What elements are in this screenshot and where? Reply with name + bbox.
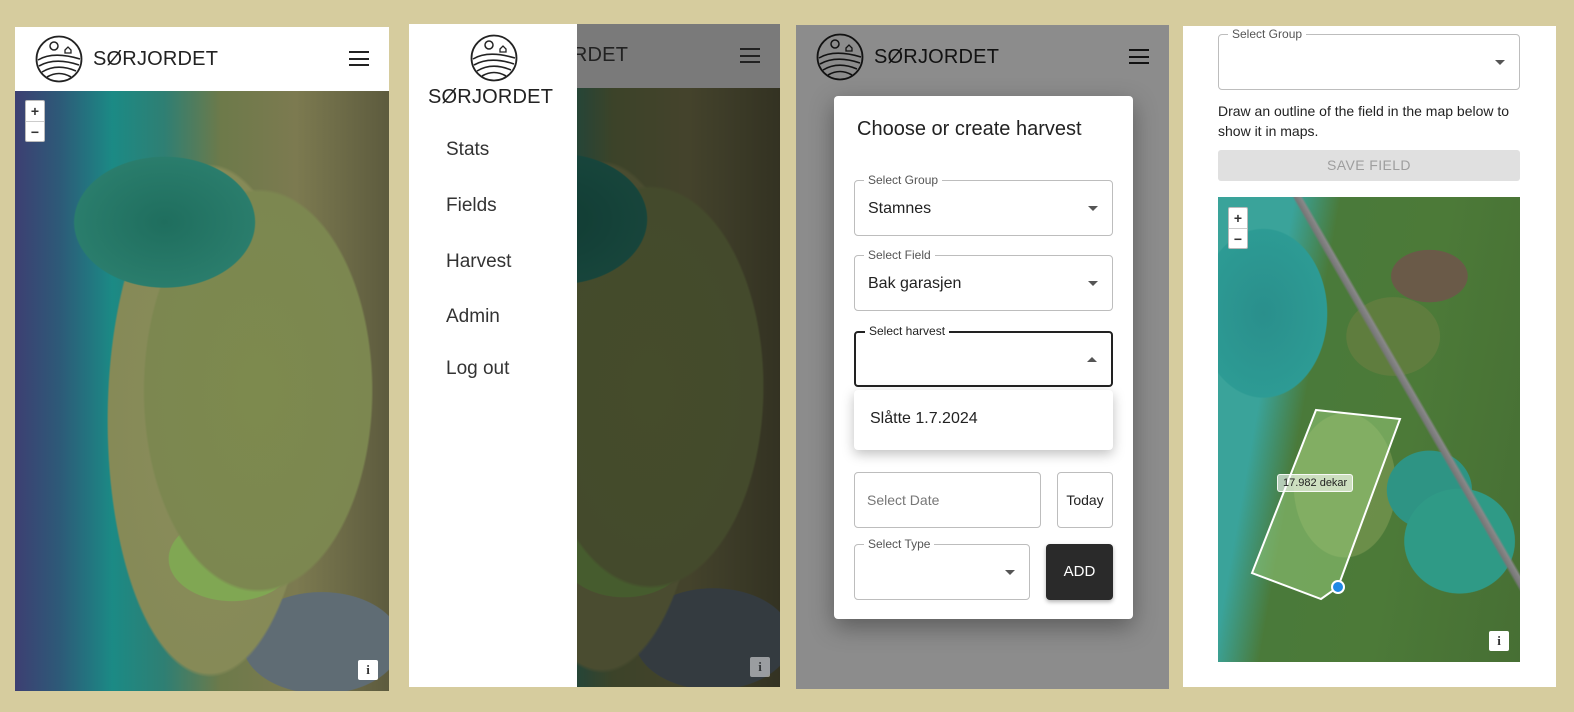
harvest-option[interactable]: Slåtte 1.7.2024 xyxy=(870,410,978,428)
select-group-label: Select Group xyxy=(1228,27,1307,41)
add-harvest-button[interactable]: ADD xyxy=(1046,544,1113,600)
hamburger-menu-icon xyxy=(740,48,760,63)
area-label: 17.982 dekar xyxy=(1277,474,1354,492)
caret-up-icon xyxy=(1087,357,1097,362)
map-view[interactable]: + − i xyxy=(15,90,389,691)
draw-instructions: Draw an outline of the field in the map … xyxy=(1218,103,1510,139)
today-button[interactable]: Today xyxy=(1057,472,1113,528)
select-group-dropdown[interactable]: Select Group Stamnes xyxy=(854,173,1113,236)
nav-item-stats[interactable]: Stats xyxy=(446,139,489,161)
nav-item-log-out[interactable]: Log out xyxy=(446,358,509,380)
select-type-dropdown[interactable]: Select Type xyxy=(854,537,1030,600)
map-info-button: i xyxy=(750,657,770,677)
zoom-in-button[interactable]: + xyxy=(26,101,44,121)
brand-name: SØRJORDET xyxy=(428,86,554,108)
select-date-placeholder: Select Date xyxy=(867,492,940,508)
harvest-options-menu: Slåtte 1.7.2024 xyxy=(854,390,1113,450)
save-field-button[interactable]: SAVE FIELD xyxy=(1218,150,1520,181)
screen-map: + − i SØRJORDET xyxy=(15,27,389,691)
nav-drawer: SØRJORDET Stats Fields Harvest Admin Log… xyxy=(409,24,577,687)
select-group-dropdown[interactable]: Select Group xyxy=(1218,27,1520,90)
caret-down-icon xyxy=(1495,60,1505,65)
zoom-control: + − xyxy=(1228,207,1248,249)
select-harvest-label: Select harvest xyxy=(865,324,950,338)
nav-item-fields[interactable]: Fields xyxy=(446,195,497,217)
map-info-button[interactable]: i xyxy=(358,660,378,680)
screen-field-editor: Select Group Draw an outline of the fiel… xyxy=(1183,26,1556,687)
nav-item-harvest[interactable]: Harvest xyxy=(446,251,511,273)
screen-drawer: i SØRJORDET SØRJORDET Stats Fields Harve… xyxy=(409,24,780,687)
field-draw-map[interactable]: 17.982 dekar + − i xyxy=(1218,197,1520,662)
select-harvest-dropdown[interactable]: Select harvest xyxy=(854,324,1113,387)
field-outline-polygon[interactable] xyxy=(1218,197,1520,662)
farm-logo-icon xyxy=(35,35,83,83)
zoom-out-button[interactable]: − xyxy=(1229,228,1247,248)
select-date-input[interactable]: Select Date xyxy=(854,472,1041,528)
harvest-dialog: Choose or create harvest Select Group St… xyxy=(834,96,1133,619)
map-info-button[interactable]: i xyxy=(1489,631,1509,651)
zoom-control: + − xyxy=(25,100,45,142)
caret-down-icon xyxy=(1088,206,1098,211)
select-field-label: Select Field xyxy=(864,248,935,262)
app-bar: SØRJORDET xyxy=(15,27,389,91)
caret-down-icon xyxy=(1005,570,1015,575)
dialog-title: Choose or create harvest xyxy=(857,118,1082,140)
zoom-out-button[interactable]: − xyxy=(26,121,44,141)
satellite-map-image xyxy=(15,90,389,691)
nav-item-admin[interactable]: Admin xyxy=(446,306,500,328)
zoom-in-button[interactable]: + xyxy=(1229,208,1247,228)
select-type-label: Select Type xyxy=(864,537,935,551)
caret-down-icon xyxy=(1088,281,1098,286)
select-group-value: Stamnes xyxy=(868,200,932,217)
select-group-label: Select Group xyxy=(864,173,943,187)
hamburger-menu-icon[interactable] xyxy=(349,51,369,66)
select-field-dropdown[interactable]: Select Field Bak garasjen xyxy=(854,248,1113,311)
brand-name: SØRJORDET xyxy=(93,47,219,70)
screen-harvest-dialog: SØRJORDET Choose or create harvest Selec… xyxy=(796,25,1169,689)
select-field-value: Bak garasjen xyxy=(868,275,962,292)
vertex-marker xyxy=(1331,580,1345,594)
farm-logo-icon xyxy=(470,34,518,82)
